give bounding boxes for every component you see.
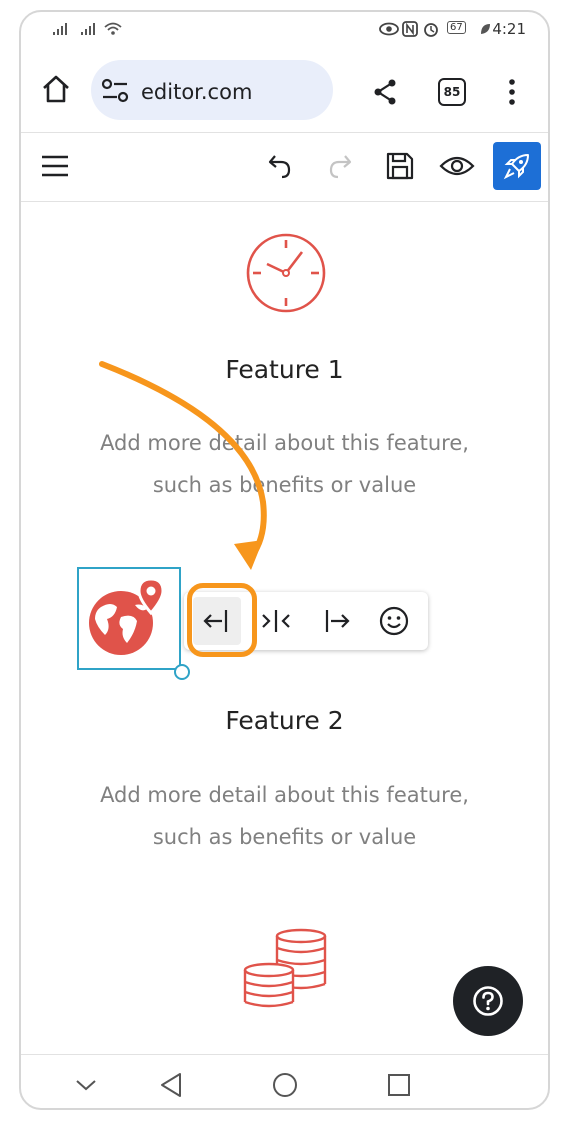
tutorial-arrow xyxy=(99,361,267,570)
redo-icon[interactable] xyxy=(327,152,353,180)
menu-icon[interactable] xyxy=(41,154,69,178)
align-right-icon xyxy=(325,610,350,632)
emoji-button[interactable] xyxy=(370,597,418,645)
tab-switcher-button[interactable]: 85 xyxy=(438,78,466,106)
coins-icon[interactable] xyxy=(243,926,329,1010)
highlight-box xyxy=(187,583,257,657)
feature-title[interactable]: Feature 2 xyxy=(21,706,548,735)
preview-icon[interactable] xyxy=(439,154,475,178)
navigation-bar xyxy=(21,1056,548,1108)
site-settings-icon[interactable] xyxy=(101,78,131,104)
clock-icon[interactable] xyxy=(245,232,327,314)
align-center-button[interactable] xyxy=(252,597,300,645)
feature-description[interactable]: Add more detail about this feature, such… xyxy=(21,774,548,858)
home-nav-icon[interactable] xyxy=(272,1072,298,1098)
align-right-button[interactable] xyxy=(312,597,360,645)
url-text[interactable]: editor.com xyxy=(141,80,252,104)
help-button[interactable] xyxy=(453,966,523,1036)
align-center-icon xyxy=(262,610,290,632)
emoji-icon xyxy=(379,606,409,636)
feature-description-line: Add more detail about this feature, xyxy=(100,783,469,807)
status-time: 4:21 xyxy=(492,20,526,38)
publish-button[interactable] xyxy=(493,142,541,190)
battery-level: 67 xyxy=(447,21,466,34)
help-icon xyxy=(473,986,503,1016)
globe-location-icon xyxy=(89,577,165,655)
publish-rocket-icon xyxy=(503,154,529,180)
divider xyxy=(21,132,548,133)
selected-image[interactable] xyxy=(77,567,181,670)
feature-description-line: such as benefits or value xyxy=(152,825,417,849)
home-icon[interactable] xyxy=(41,74,71,104)
status-bar: 67 4:21 xyxy=(21,12,548,48)
more-icon[interactable] xyxy=(507,78,517,106)
phone-frame: 67 4:21 editor.com 85 Feature 1 Add more… xyxy=(19,10,550,1110)
back-icon[interactable] xyxy=(159,1072,183,1098)
divider xyxy=(21,201,548,202)
leaf-icon xyxy=(481,24,490,34)
signal-wifi-icon xyxy=(53,22,122,35)
recents-icon[interactable] xyxy=(387,1073,411,1097)
divider xyxy=(21,1054,548,1055)
share-icon[interactable] xyxy=(371,78,399,106)
status-indicators-icon xyxy=(379,21,438,37)
resize-handle[interactable] xyxy=(174,664,190,680)
collapse-chevron-icon[interactable] xyxy=(75,1078,97,1092)
undo-icon[interactable] xyxy=(267,152,293,180)
save-icon[interactable] xyxy=(385,151,415,181)
